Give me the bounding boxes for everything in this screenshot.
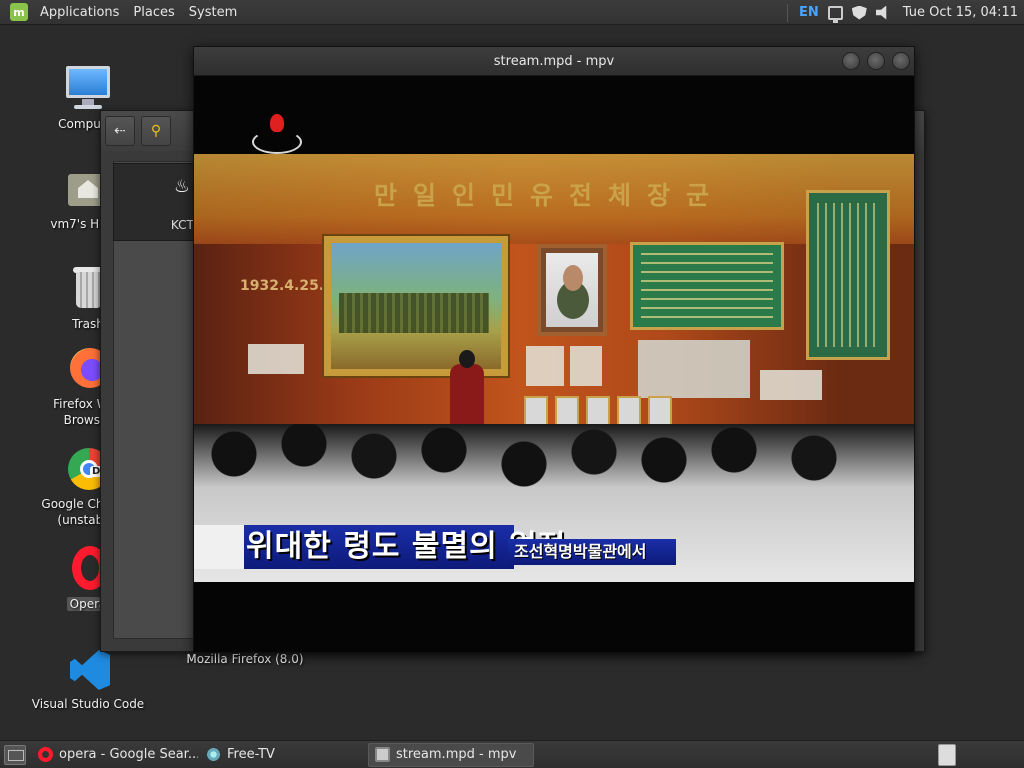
- museum-scene: 만일인민유전체장군 1932.4.25.: [194, 154, 914, 582]
- tall-inscription-board: [806, 190, 890, 360]
- show-desktop-icon[interactable]: [4, 744, 26, 765]
- caption-main: 위대한 령도 불멸의 업적: [244, 525, 565, 569]
- task-label: stream.mpd - mpv: [396, 747, 517, 762]
- system-menu[interactable]: System: [182, 5, 244, 20]
- volume-icon[interactable]: [875, 5, 887, 20]
- channel-tile-label: KCTV: [170, 218, 202, 232]
- maximize-button[interactable]: [867, 52, 885, 70]
- task-free-tv[interactable]: Free-TV: [200, 743, 366, 767]
- caption-sub: 조선혁명박물관에서: [508, 539, 676, 565]
- mpv-icon: [375, 747, 390, 762]
- task-mpv[interactable]: stream.mpd - mpv: [368, 742, 534, 767]
- search-button[interactable]: ⚲: [141, 116, 171, 146]
- painting: [324, 236, 508, 376]
- tray-separator: [787, 3, 789, 22]
- inscription-board: [630, 242, 784, 330]
- applications-menu[interactable]: Applications: [33, 5, 126, 20]
- top-panel: m Applications Places System EN Tue Oct …: [0, 0, 1024, 25]
- update-shield-icon[interactable]: [851, 5, 867, 20]
- close-button[interactable]: [892, 52, 910, 70]
- places-menu[interactable]: Places: [126, 5, 181, 20]
- network-icon[interactable]: [827, 5, 843, 23]
- date-sign: 1932.4.25.: [240, 278, 325, 294]
- desktop-icon-label: Visual Studio Code: [31, 697, 145, 711]
- bottom-taskbar: opera - Google Sear... Free-TV stream.mp…: [0, 740, 1024, 768]
- desktop-icon-label: Mozilla Firefox (8.0): [186, 652, 304, 666]
- video-frame[interactable]: 만일인민유전체장군 1932.4.25. 위대한 령도 불멸의 업적 조선혁명박…: [194, 76, 914, 652]
- mpv-titlebar[interactable]: stream.mpd - mpv: [194, 47, 914, 76]
- task-opera[interactable]: opera - Google Sear...: [32, 743, 198, 767]
- free-tv-icon: [206, 747, 221, 762]
- mpv-window[interactable]: stream.mpd - mpv 만일인민유전체장군 1932.4.25. 위대…: [193, 46, 915, 652]
- kctv-emblem-icon: [248, 114, 306, 156]
- keyboard-layout-indicator[interactable]: EN: [799, 5, 819, 20]
- portrait: [537, 244, 607, 336]
- system-tray: EN Tue Oct 15, 04:11: [787, 0, 1024, 25]
- channel-tile-kctv[interactable]: ♨ KCTV: [113, 163, 203, 241]
- mint-menu-icon[interactable]: m: [10, 3, 28, 21]
- kctv-logo-icon: ♨: [173, 176, 191, 197]
- task-label: Free-TV: [227, 747, 275, 762]
- window-title: stream.mpd - mpv: [493, 53, 615, 69]
- workspace-switcher[interactable]: [938, 744, 956, 766]
- computer-icon: [64, 64, 112, 112]
- wall-banner-text: 만일인민유전체장군: [374, 181, 726, 210]
- back-button[interactable]: ⇠: [105, 116, 135, 146]
- minimize-button[interactable]: [842, 52, 860, 70]
- window-controls: [842, 52, 910, 70]
- task-label: opera - Google Sear...: [59, 747, 198, 762]
- clock[interactable]: Tue Oct 15, 04:11: [900, 5, 1018, 20]
- caption-white-block: [194, 525, 244, 569]
- opera-icon: [38, 747, 53, 762]
